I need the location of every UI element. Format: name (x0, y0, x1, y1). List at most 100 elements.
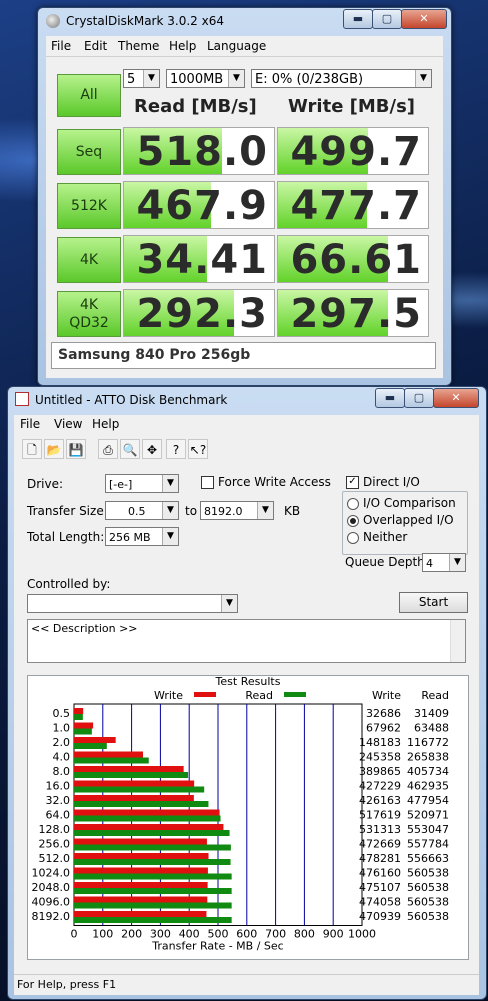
test-button-2[interactable]: 4K (57, 237, 121, 283)
drive-select[interactable]: [-e-] ▼ (105, 474, 179, 493)
column-header-write: Write (372, 689, 401, 702)
menu-theme[interactable]: Theme (118, 39, 159, 53)
menu-edit[interactable]: Edit (84, 39, 107, 53)
overlapped-io-radio[interactable] (347, 515, 359, 527)
move-icon[interactable]: ✥ (142, 439, 162, 459)
write-value: 478281 (359, 852, 401, 865)
read-value: 557784 (407, 838, 449, 851)
x-tick-label: 100 (92, 928, 113, 941)
menu-language[interactable]: Language (207, 39, 266, 53)
io-comparison-radio[interactable] (347, 498, 359, 510)
write-bar (74, 708, 84, 714)
transfer-to-select[interactable]: 8192.0 ▼ (200, 501, 274, 520)
chevron-down-icon: ▼ (143, 70, 159, 87)
size-select[interactable]: 1000MB ▼ (166, 69, 245, 88)
chevron-down-icon: ▼ (228, 70, 244, 87)
write-result-3: 297.5 (277, 289, 429, 337)
read-bar (74, 801, 209, 807)
read-value: 405734 (407, 765, 449, 778)
force-write-checkbox[interactable] (201, 476, 214, 489)
x-tick-label: 0 (71, 928, 78, 941)
window-title: CrystalDiskMark 3.0.2 x64 (66, 14, 224, 28)
x-tick-label: 1000 (348, 928, 376, 941)
write-bar (74, 780, 195, 787)
controlled-by-select[interactable]: ▼ (27, 594, 238, 613)
menu-file[interactable]: File (20, 417, 40, 431)
test-button-3[interactable]: 4K QD32 (57, 291, 121, 337)
read-value: 462935 (407, 780, 449, 793)
minimize-button[interactable]: ▬ (343, 9, 373, 29)
crystaldiskmark-window: CrystalDiskMark 3.0.2 x64 ▬ ▢ ✕ File Edi… (37, 7, 452, 386)
neither-radio[interactable] (347, 532, 359, 544)
menu-help[interactable]: Help (92, 417, 119, 431)
test-button-0[interactable]: Seq (57, 129, 121, 175)
count-select[interactable]: 5 ▼ (123, 69, 160, 88)
context-help-icon[interactable]: ↖? (188, 439, 208, 459)
read-bar (74, 844, 231, 851)
transfer-from-value: 0.5 (128, 505, 146, 518)
menu-bar: File Edit Theme Help Language (46, 36, 443, 57)
category-label: 256.0 (39, 838, 71, 851)
force-write-label: Force Write Access (218, 475, 331, 489)
read-result-value: 292.3 (136, 291, 268, 337)
queue-depth-select[interactable]: 4 ▼ (422, 553, 466, 572)
new-file-icon[interactable]: 🗋 (22, 439, 42, 459)
read-value: 560538 (407, 910, 449, 923)
chevron-down-icon: ▼ (449, 554, 465, 571)
write-result-value: 297.5 (290, 291, 422, 337)
x-tick-label: 800 (294, 928, 315, 941)
maximize-button[interactable]: ▢ (372, 9, 402, 29)
category-label: 1.0 (53, 722, 71, 735)
drive-select[interactable]: E: 0% (0/238GB) ▼ (251, 69, 432, 88)
read-bar (74, 714, 83, 720)
read-bar (74, 917, 232, 923)
write-result-value: 477.7 (290, 183, 422, 229)
save-icon[interactable]: 💾 (66, 439, 86, 459)
comment-field[interactable]: Samsung 840 Pro 256gb (51, 342, 436, 369)
direct-io-label: Direct I/O (363, 475, 420, 489)
kb-label: KB (284, 504, 301, 518)
read-result-value: 518.0 (136, 129, 268, 175)
test-button-1[interactable]: 512K (57, 183, 121, 229)
direct-io-checkbox[interactable]: ✓ (346, 476, 359, 489)
start-button[interactable]: Start (399, 592, 468, 613)
menu-file[interactable]: File (51, 39, 71, 53)
write-result-1: 477.7 (277, 181, 429, 229)
chevron-down-icon: ▼ (221, 595, 237, 612)
print-icon[interactable]: ⎙ (98, 439, 118, 459)
minimize-button[interactable]: ▬ (375, 388, 405, 408)
maximize-button[interactable]: ▢ (404, 388, 434, 408)
chevron-down-icon: ▼ (162, 502, 178, 519)
transfer-from-select[interactable]: 0.5 ▼ (105, 501, 179, 520)
all-button[interactable]: All (57, 74, 121, 117)
read-header: Read [MB/s] (134, 96, 257, 117)
menu-help[interactable]: Help (169, 39, 196, 53)
status-text: For Help, press F1 (17, 978, 117, 991)
close-button[interactable]: ✕ (401, 9, 447, 29)
test-results-panel: Test Results Write Read Write Read 0 100 200 300… (27, 675, 469, 960)
read-value: 560538 (407, 896, 449, 909)
category-label: 1024.0 (32, 867, 71, 880)
read-value: 556663 (407, 852, 449, 865)
close-button[interactable]: ✕ (433, 388, 479, 408)
read-bar (74, 743, 107, 749)
chevron-down-icon: ▼ (415, 70, 431, 87)
total-length-label: Total Length: (27, 530, 105, 544)
read-value: 265838 (407, 751, 449, 764)
print-preview-icon[interactable]: 🔍 (120, 439, 140, 459)
category-label: 2.0 (53, 736, 71, 749)
drive-value: E: 0% (0/238GB) (255, 72, 364, 87)
total-length-select[interactable]: 256 MB ▼ (105, 527, 179, 546)
help-icon[interactable]: ? (166, 439, 186, 459)
category-label: 128.0 (39, 823, 71, 836)
io-comparison-label: I/O Comparison (363, 496, 456, 510)
description-scrollbar[interactable] (450, 620, 465, 662)
read-bar (74, 786, 205, 793)
overlapped-io-label: Overlapped I/O (363, 513, 454, 527)
results-chart: Test ResultsWrite Read Write Read0 100 200 300… (32, 675, 450, 953)
open-folder-icon[interactable]: 📂 (44, 439, 64, 459)
x-tick-label: 900 (323, 928, 344, 941)
menu-view[interactable]: View (54, 417, 82, 431)
description-field[interactable]: << Description >> (27, 619, 466, 663)
drive-value: [-e-] (109, 478, 133, 491)
